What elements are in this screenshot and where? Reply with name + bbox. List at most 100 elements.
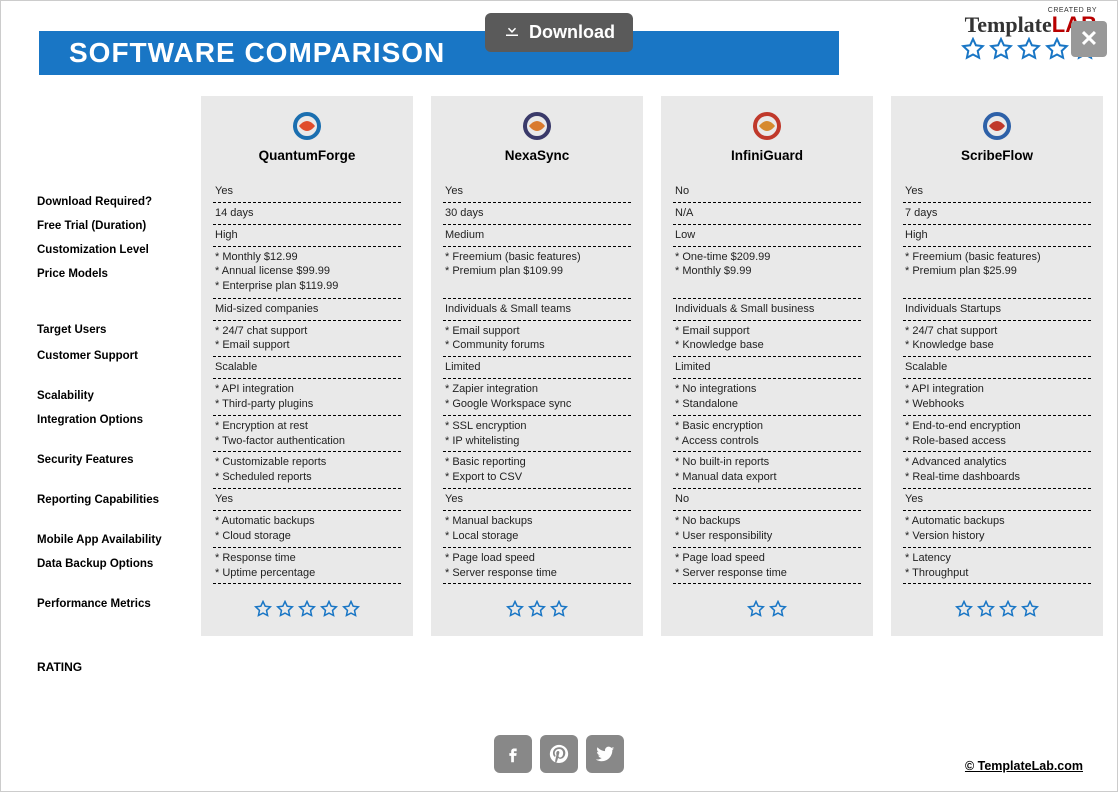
feature-cell: Response timeUptime percentage: [213, 548, 401, 585]
feature-cell-item: Encryption at rest: [215, 419, 401, 434]
product-rating: [213, 600, 401, 618]
feature-cell-item: No built-in reports: [675, 455, 861, 470]
feature-cell-item: Enterprise plan $119.99: [215, 279, 401, 294]
feature-cell-item: Response time: [215, 551, 401, 566]
feature-label: Target Users: [37, 324, 197, 350]
feature-cell-item: Latency: [905, 551, 1091, 566]
feature-cell-item: Uptime percentage: [215, 566, 401, 581]
feature-cell: End-to-end encryptionRole-based access: [903, 416, 1091, 453]
feature-label: Customization Level: [37, 244, 197, 268]
feature-cell: Yes: [443, 181, 631, 203]
feature-cell-item: Standalone: [675, 397, 861, 412]
star-icon: [506, 600, 524, 618]
feature-cell-item: Local storage: [445, 529, 631, 544]
feature-cell: 14 days: [213, 203, 401, 225]
feature-cell-item: Monthly $12.99: [215, 250, 401, 265]
feature-cell: Medium: [443, 225, 631, 247]
feature-cell-item: Premium plan $109.99: [445, 264, 631, 279]
product-name: NexaSync: [443, 148, 631, 163]
facebook-button[interactable]: [494, 735, 532, 773]
feature-cell-item: Google Workspace sync: [445, 397, 631, 412]
product-icon: [981, 110, 1013, 142]
product-rating: [673, 600, 861, 618]
feature-cell: No backupsUser responsibility: [673, 511, 861, 548]
feature-cell-item: IP whitelisting: [445, 434, 631, 449]
feature-cell-item: Annual license $99.99: [215, 264, 401, 279]
feature-cell: LatencyThroughput: [903, 548, 1091, 585]
feature-cell-item: Community forums: [445, 338, 631, 353]
star-icon: [747, 600, 765, 618]
feature-cell: Low: [673, 225, 861, 247]
feature-cell: 24/7 chat supportKnowledge base: [903, 321, 1091, 358]
feature-cell: Yes: [903, 181, 1091, 203]
product-card: ScribeFlowYes7 daysHighFreemium (basic f…: [891, 96, 1103, 636]
product-name: QuantumForge: [213, 148, 401, 163]
feature-cell-item: Monthly $9.99: [675, 264, 861, 279]
feature-cell: Freemium (basic features)Premium plan $2…: [903, 247, 1091, 299]
facebook-icon: [502, 743, 524, 765]
feature-cell-item: Automatic backups: [905, 514, 1091, 529]
star-icon: [999, 600, 1017, 618]
feature-cell-item: Freemium (basic features): [445, 250, 631, 265]
feature-cell-item: Knowledge base: [905, 338, 1091, 353]
feature-cell: Yes: [213, 489, 401, 511]
feature-cell: N/A: [673, 203, 861, 225]
feature-cell-item: Two-factor authentication: [215, 434, 401, 449]
twitter-button[interactable]: [586, 735, 624, 773]
feature-cell-item: Manual data export: [675, 470, 861, 485]
social-buttons: [494, 735, 624, 773]
star-icon: [955, 600, 973, 618]
feature-label: Performance Metrics: [37, 598, 197, 638]
feature-cell: Monthly $12.99Annual license $99.99Enter…: [213, 247, 401, 299]
footer-link[interactable]: © TemplateLab.com: [965, 759, 1083, 773]
page-title: SOFTWARE COMPARISON: [39, 31, 839, 75]
feature-cell-item: Role-based access: [905, 434, 1091, 449]
feature-cell-item: API integration: [905, 382, 1091, 397]
feature-label: Data Backup Options: [37, 558, 197, 598]
feature-label: Download Required?: [37, 196, 197, 220]
feature-cell-item: Basic reporting: [445, 455, 631, 470]
product-card: QuantumForgeYes14 daysHighMonthly $12.99…: [201, 96, 413, 636]
feature-cell: API integrationWebhooks: [903, 379, 1091, 416]
feature-cell: SSL encryptionIP whitelisting: [443, 416, 631, 453]
close-icon: ✕: [1080, 26, 1098, 52]
feature-cell: Freemium (basic features)Premium plan $1…: [443, 247, 631, 299]
star-icon: [1045, 37, 1069, 61]
feature-cell-item: Freemium (basic features): [905, 250, 1091, 265]
star-icon: [989, 37, 1013, 61]
product-name: ScribeFlow: [903, 148, 1091, 163]
feature-cell-item: Email support: [215, 338, 401, 353]
download-button[interactable]: Download: [485, 13, 633, 52]
star-icon: [977, 600, 995, 618]
close-button[interactable]: ✕: [1071, 21, 1107, 57]
star-icon: [961, 37, 985, 61]
feature-label: Integration Options: [37, 414, 197, 454]
feature-cell-item: Basic encryption: [675, 419, 861, 434]
feature-cell-item: 24/7 chat support: [905, 324, 1091, 339]
feature-cell-item: Advanced analytics: [905, 455, 1091, 470]
feature-cell-item: Cloud storage: [215, 529, 401, 544]
feature-cell-item: User responsibility: [675, 529, 861, 544]
feature-cell: Yes: [443, 489, 631, 511]
feature-cell-item: No integrations: [675, 382, 861, 397]
feature-cell-item: Customizable reports: [215, 455, 401, 470]
feature-cell: Manual backupsLocal storage: [443, 511, 631, 548]
product-card: NexaSyncYes30 daysMediumFreemium (basic …: [431, 96, 643, 636]
feature-cell: Email supportKnowledge base: [673, 321, 861, 358]
feature-cell: Customizable reportsScheduled reports: [213, 452, 401, 489]
pinterest-button[interactable]: [540, 735, 578, 773]
feature-cell-item: One-time $209.99: [675, 250, 861, 265]
feature-cell: Mid-sized companies: [213, 299, 401, 321]
product-card: InfiniGuard NoN/ALow One-time $209.99Month…: [661, 96, 873, 636]
feature-cell: Individuals Startups: [903, 299, 1091, 321]
feature-cell: Automatic backupsCloud storage: [213, 511, 401, 548]
feature-cell: Automatic backupsVersion history: [903, 511, 1091, 548]
feature-cell: Basic reportingExport to CSV: [443, 452, 631, 489]
feature-cell: 30 days: [443, 203, 631, 225]
feature-label: Scalability: [37, 390, 197, 414]
feature-cell: 7 days: [903, 203, 1091, 225]
product-name: InfiniGuard: [673, 148, 861, 163]
feature-cell: No: [673, 181, 861, 203]
feature-cell: Limited: [673, 357, 861, 379]
download-icon: [503, 21, 521, 44]
